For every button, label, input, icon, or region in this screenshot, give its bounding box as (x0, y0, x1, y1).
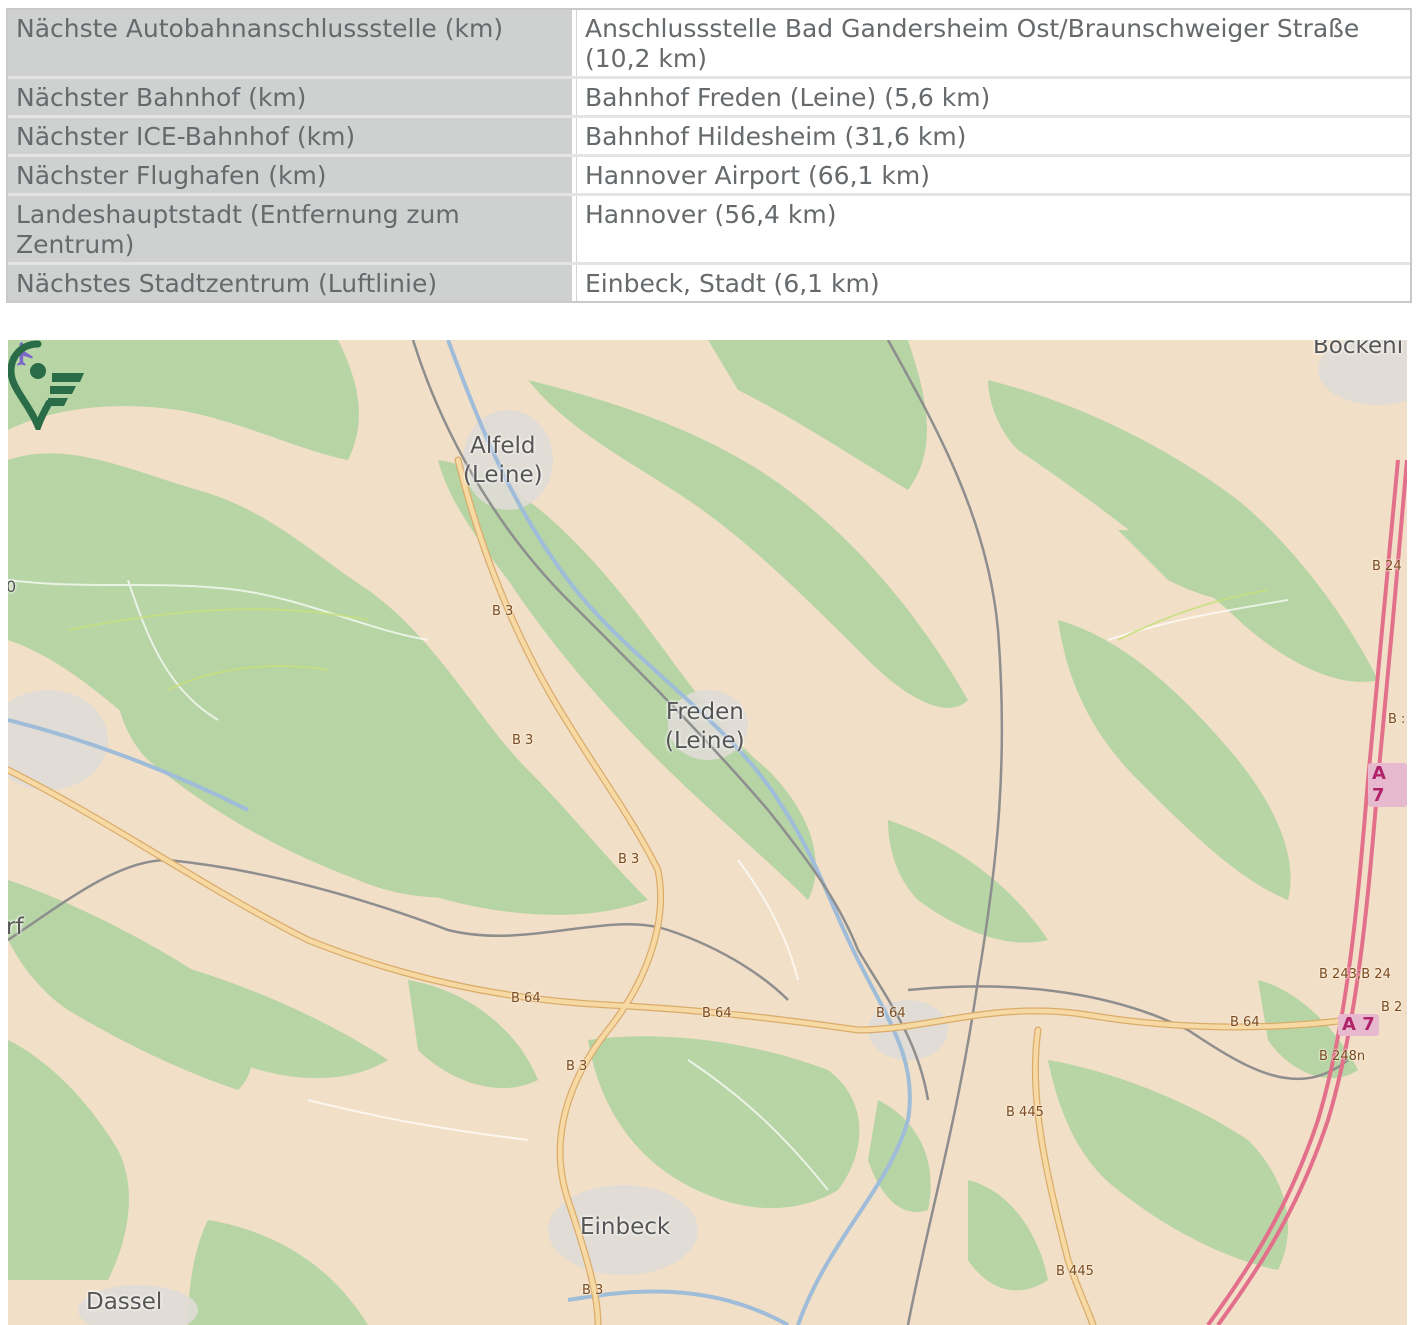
table-row: Nächster Flughafen (km) Hannover Airport… (8, 157, 1410, 196)
road-label-b24: B 24 (1372, 559, 1402, 574)
road-label-b243: B 243;B 24 (1319, 967, 1391, 982)
place-label-edge-left-top: 0 (8, 572, 16, 601)
table-row: Landeshauptstadt (Entfernung zum Zentrum… (8, 196, 1410, 265)
road-label-b64: B 64 (1230, 1015, 1260, 1030)
row-label: Nächste Autobahnanschlussstelle (km) (8, 10, 576, 76)
road-label-b248n: B 248n (1319, 1049, 1365, 1064)
motorway-shield-a7: A 7 (1338, 1014, 1379, 1036)
place-label-bockenem: Bockeni (1313, 340, 1403, 361)
road-label-b3: B 3 (492, 604, 513, 619)
table-row: Nächster Bahnhof (km) Bahnhof Freden (Le… (8, 79, 1410, 118)
place-label-alfeld: Alfeld (Leine) (463, 432, 543, 490)
row-label: Landeshauptstadt (Entfernung zum Zentrum… (8, 196, 576, 262)
road-label-b3: B 3 (512, 733, 533, 748)
row-value: Bahnhof Freden (Leine) (5,6 km) (576, 79, 1410, 115)
road-label-b3: B 3 (618, 852, 639, 867)
map-tiles (8, 340, 1407, 1325)
place-label-freden: Freden (Leine) (665, 698, 745, 756)
row-value: Einbeck, Stadt (6,1 km) (576, 265, 1410, 301)
row-label: Nächstes Stadtzentrum (Luftlinie) (8, 265, 576, 301)
row-label: Nächster Flughafen (km) (8, 157, 576, 193)
row-value: Hannover (56,4 km) (576, 196, 1410, 262)
row-label: Nächster Bahnhof (km) (8, 79, 576, 115)
row-value: Bahnhof Hildesheim (31,6 km) (576, 118, 1410, 154)
table-row: Nächstes Stadtzentrum (Luftlinie) Einbec… (8, 265, 1410, 301)
location-info-table: Nächste Autobahnanschlussstelle (km) Ans… (6, 8, 1412, 303)
road-label-b445: B 445 (1006, 1105, 1044, 1120)
road-label-b-edge: B : (1388, 712, 1405, 727)
location-map[interactable]: Alfeld (Leine) Freden (Leine) Einbeck Da… (8, 340, 1407, 1325)
motorway-shield-a7: A 7 (1368, 763, 1407, 807)
road-label-b64: B 64 (702, 1006, 732, 1021)
location-pin-icon[interactable] (8, 340, 88, 430)
place-label-einbeck: Einbeck (580, 1213, 670, 1242)
place-label-dassel: Dassel (86, 1288, 162, 1317)
table-row: Nächster ICE-Bahnhof (km) Bahnhof Hildes… (8, 118, 1410, 157)
road-label-b64: B 64 (876, 1006, 906, 1021)
road-label-b3: B 3 (566, 1059, 587, 1074)
road-label-b64: B 64 (511, 991, 541, 1006)
road-label-b2: B 2 (1381, 1000, 1402, 1015)
row-value: Hannover Airport (66,1 km) (576, 157, 1410, 193)
row-value: Anschlussstelle Bad Gandersheim Ost/Brau… (576, 10, 1410, 76)
road-label-b3: B 3 (582, 1283, 603, 1298)
row-label: Nächster ICE-Bahnhof (km) (8, 118, 576, 154)
table-row: Nächste Autobahnanschlussstelle (km) Ans… (8, 10, 1410, 79)
road-label-b445: B 445 (1056, 1264, 1094, 1279)
place-label-edge-left: rf (8, 913, 24, 942)
